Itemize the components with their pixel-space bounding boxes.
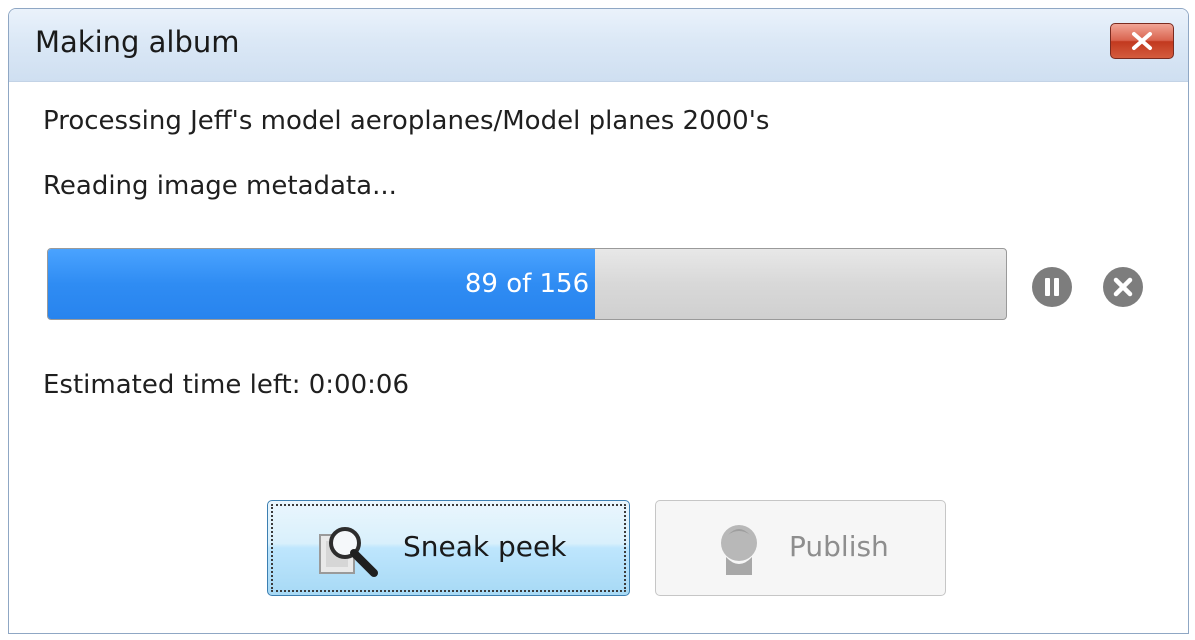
estimate-text: Estimated time left: 0:00:06 xyxy=(43,370,409,400)
step-text: Reading image metadata... xyxy=(43,171,397,201)
progress-label: 89 of 156 xyxy=(464,269,590,299)
close-icon xyxy=(1132,32,1152,50)
cancel-button[interactable] xyxy=(1103,267,1143,307)
publish-label: Publish xyxy=(789,530,889,563)
pause-button[interactable] xyxy=(1032,267,1072,307)
dialog-content: Processing Jeff's model aeroplanes/Model… xyxy=(9,82,1188,633)
dialog-window: Making album Processing Jeff's model aer… xyxy=(8,8,1189,634)
pause-icon xyxy=(1045,278,1059,296)
cancel-icon xyxy=(1113,277,1133,297)
title-bar: Making album xyxy=(9,9,1188,82)
publish-button[interactable]: Publish xyxy=(655,500,946,596)
close-button[interactable] xyxy=(1110,23,1174,59)
magnifier-icon xyxy=(319,527,378,577)
progress-bar: 89 of 156 xyxy=(47,248,1007,320)
sneak-peek-button[interactable]: Sneak peek xyxy=(267,500,630,596)
person-icon xyxy=(721,525,757,575)
sneak-peek-label: Sneak peek xyxy=(403,530,567,563)
window-title: Making album xyxy=(35,25,240,59)
processing-text: Processing Jeff's model aeroplanes/Model… xyxy=(43,106,770,136)
